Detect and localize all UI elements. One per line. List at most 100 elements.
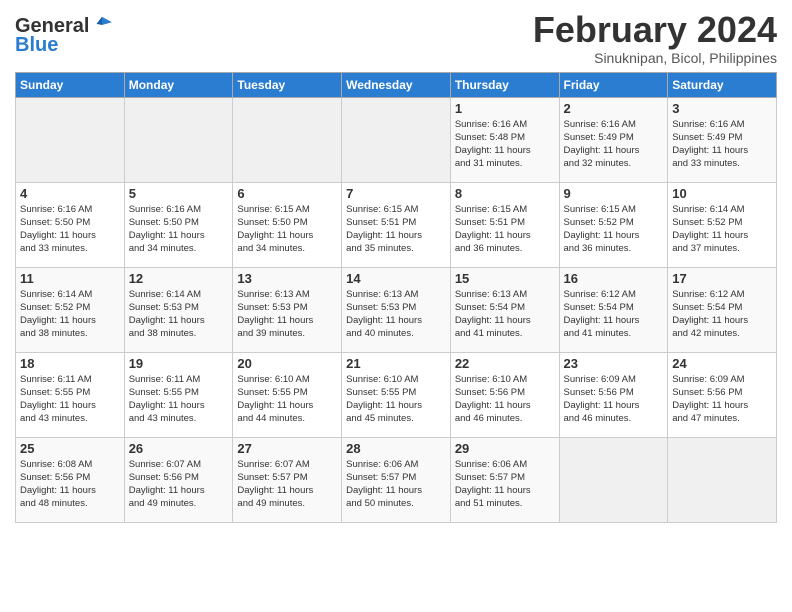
day-number: 6 — [237, 186, 337, 201]
day-number: 5 — [129, 186, 229, 201]
day-number: 28 — [346, 441, 446, 456]
calendar-day-cell: 25Sunrise: 6:08 AM Sunset: 5:56 PM Dayli… — [16, 437, 125, 522]
day-number: 14 — [346, 271, 446, 286]
day-number: 29 — [455, 441, 555, 456]
weekday-header-wednesday: Wednesday — [342, 72, 451, 97]
day-number: 27 — [237, 441, 337, 456]
day-info: Sunrise: 6:16 AM Sunset: 5:50 PM Dayligh… — [20, 203, 120, 256]
calendar-week-row: 11 Sunrise: 6:14 AM Sunset: 5:52 PM Dayli… — [16, 267, 777, 352]
day-info: Sunrise: 6:16 AM Sunset: 5:50 PM Dayligh… — [129, 203, 229, 256]
calendar-day-cell: 9Sunrise: 6:15 AM Sunset: 5:52 PM Daylig… — [559, 182, 668, 267]
calendar-day-cell: 20 Sunrise: 6:10 AM Sunset: 5:55 PM Dayli… — [233, 352, 342, 437]
day-info: Sunrise: 6:07 AM Sunset: 5:57 PM Dayligh… — [237, 458, 337, 511]
day-info: Sunrise: 6:06 AM Sunset: 5:57 PM Dayligh… — [455, 458, 555, 511]
weekday-header-thursday: Thursday — [450, 72, 559, 97]
day-info: Sunrise: 6:14 AM Sunset: 5:52 PM Dayligh… — [672, 203, 772, 256]
day-number: 20 — [237, 356, 337, 371]
calendar-table: SundayMondayTuesdayWednesdayThursdayFrid… — [15, 72, 777, 523]
day-number: 8 — [455, 186, 555, 201]
day-number: 13 — [237, 271, 337, 286]
weekday-header-friday: Friday — [559, 72, 668, 97]
calendar-week-row: 4 Sunrise: 6:16 AM Sunset: 5:50 PM Daylig… — [16, 182, 777, 267]
calendar-week-row: 18 Sunrise: 6:11 AM Sunset: 5:55 PM Dayli… — [16, 352, 777, 437]
day-number: 22 — [455, 356, 555, 371]
day-number: 24 — [672, 356, 772, 371]
logo-blue-text: Blue — [15, 34, 58, 57]
calendar-day-cell: 28 Sunrise: 6:06 AM Sunset: 5:57 PM Dayli… — [342, 437, 451, 522]
day-number: 9 — [564, 186, 664, 201]
calendar-day-cell: 11 Sunrise: 6:14 AM Sunset: 5:52 PM Dayli… — [16, 267, 125, 352]
day-number: 26 — [129, 441, 229, 456]
calendar-day-cell: 3 Sunrise: 6:16 AM Sunset: 5:49 PM Daylig… — [668, 97, 777, 182]
weekday-header-row: SundayMondayTuesdayWednesdayThursdayFrid… — [16, 72, 777, 97]
day-info: Sunrise: 6:16 AM Sunset: 5:48 PM Dayligh… — [455, 118, 555, 171]
day-info: Sunrise: 6:10 AM Sunset: 5:56 PM Dayligh… — [455, 373, 555, 426]
day-number: 11 — [20, 271, 120, 286]
day-info: Sunrise: 6:12 AM Sunset: 5:54 PM Dayligh… — [564, 288, 664, 341]
calendar-week-row: 1 Sunrise: 6:16 AM Sunset: 5:48 PM Daylig… — [16, 97, 777, 182]
calendar-day-cell: 16 Sunrise: 6:12 AM Sunset: 5:54 PM Dayli… — [559, 267, 668, 352]
day-info: Sunrise: 6:06 AM Sunset: 5:57 PM Dayligh… — [346, 458, 446, 511]
logo-bird-icon — [91, 14, 113, 36]
calendar-day-cell — [16, 97, 125, 182]
calendar-day-cell: 14Sunrise: 6:13 AM Sunset: 5:53 PM Dayli… — [342, 267, 451, 352]
day-info: Sunrise: 6:11 AM Sunset: 5:55 PM Dayligh… — [20, 373, 120, 426]
calendar-title: February 2024 — [533, 10, 777, 50]
calendar-day-cell: 4 Sunrise: 6:16 AM Sunset: 5:50 PM Daylig… — [16, 182, 125, 267]
calendar-day-cell: 24Sunrise: 6:09 AM Sunset: 5:56 PM Dayli… — [668, 352, 777, 437]
calendar-day-cell: 29 Sunrise: 6:06 AM Sunset: 5:57 PM Dayli… — [450, 437, 559, 522]
calendar-subtitle: Sinuknipan, Bicol, Philippines — [533, 50, 777, 66]
day-info: Sunrise: 6:15 AM Sunset: 5:50 PM Dayligh… — [237, 203, 337, 256]
weekday-header-saturday: Saturday — [668, 72, 777, 97]
calendar-day-cell: 1 Sunrise: 6:16 AM Sunset: 5:48 PM Daylig… — [450, 97, 559, 182]
day-info: Sunrise: 6:13 AM Sunset: 5:54 PM Dayligh… — [455, 288, 555, 341]
day-info: Sunrise: 6:12 AM Sunset: 5:54 PM Dayligh… — [672, 288, 772, 341]
day-number: 16 — [564, 271, 664, 286]
calendar-day-cell: 7 Sunrise: 6:15 AM Sunset: 5:51 PM Daylig… — [342, 182, 451, 267]
day-info: Sunrise: 6:15 AM Sunset: 5:51 PM Dayligh… — [346, 203, 446, 256]
day-number: 2 — [564, 101, 664, 116]
calendar-day-cell: 18 Sunrise: 6:11 AM Sunset: 5:55 PM Dayli… — [16, 352, 125, 437]
day-info: Sunrise: 6:16 AM Sunset: 5:49 PM Dayligh… — [672, 118, 772, 171]
day-info: Sunrise: 6:07 AM Sunset: 5:56 PM Dayligh… — [129, 458, 229, 511]
day-number: 4 — [20, 186, 120, 201]
title-section: February 2024 Sinuknipan, Bicol, Philipp… — [533, 10, 777, 66]
weekday-header-tuesday: Tuesday — [233, 72, 342, 97]
calendar-day-cell — [124, 97, 233, 182]
day-info: Sunrise: 6:14 AM Sunset: 5:53 PM Dayligh… — [129, 288, 229, 341]
calendar-day-cell: 21Sunrise: 6:10 AM Sunset: 5:55 PM Dayli… — [342, 352, 451, 437]
day-number: 15 — [455, 271, 555, 286]
calendar-day-cell: 12 Sunrise: 6:14 AM Sunset: 5:53 PM Dayli… — [124, 267, 233, 352]
day-info: Sunrise: 6:14 AM Sunset: 5:52 PM Dayligh… — [20, 288, 120, 341]
day-info: Sunrise: 6:16 AM Sunset: 5:49 PM Dayligh… — [564, 118, 664, 171]
calendar-day-cell: 26 Sunrise: 6:07 AM Sunset: 5:56 PM Dayli… — [124, 437, 233, 522]
day-info: Sunrise: 6:09 AM Sunset: 5:56 PM Dayligh… — [564, 373, 664, 426]
day-info: Sunrise: 6:15 AM Sunset: 5:51 PM Dayligh… — [455, 203, 555, 256]
day-number: 18 — [20, 356, 120, 371]
day-info: Sunrise: 6:13 AM Sunset: 5:53 PM Dayligh… — [237, 288, 337, 341]
day-number: 10 — [672, 186, 772, 201]
day-number: 7 — [346, 186, 446, 201]
weekday-header-monday: Monday — [124, 72, 233, 97]
calendar-day-cell — [559, 437, 668, 522]
day-number: 1 — [455, 101, 555, 116]
calendar-day-cell: 13 Sunrise: 6:13 AM Sunset: 5:53 PM Dayli… — [233, 267, 342, 352]
day-number: 23 — [564, 356, 664, 371]
day-number: 25 — [20, 441, 120, 456]
day-number: 21 — [346, 356, 446, 371]
calendar-day-cell: 5 Sunrise: 6:16 AM Sunset: 5:50 PM Daylig… — [124, 182, 233, 267]
day-info: Sunrise: 6:10 AM Sunset: 5:55 PM Dayligh… — [237, 373, 337, 426]
calendar-day-cell: 23 Sunrise: 6:09 AM Sunset: 5:56 PM Dayli… — [559, 352, 668, 437]
calendar-day-cell: 27 Sunrise: 6:07 AM Sunset: 5:57 PM Dayli… — [233, 437, 342, 522]
calendar-day-cell: 10 Sunrise: 6:14 AM Sunset: 5:52 PM Dayli… — [668, 182, 777, 267]
day-number: 12 — [129, 271, 229, 286]
day-number: 3 — [672, 101, 772, 116]
calendar-day-cell: 8 Sunrise: 6:15 AM Sunset: 5:51 PM Daylig… — [450, 182, 559, 267]
weekday-header-sunday: Sunday — [16, 72, 125, 97]
calendar-day-cell — [342, 97, 451, 182]
calendar-week-row: 25Sunrise: 6:08 AM Sunset: 5:56 PM Dayli… — [16, 437, 777, 522]
day-info: Sunrise: 6:11 AM Sunset: 5:55 PM Dayligh… — [129, 373, 229, 426]
calendar-day-cell — [233, 97, 342, 182]
calendar-day-cell: 19Sunrise: 6:11 AM Sunset: 5:55 PM Dayli… — [124, 352, 233, 437]
logo: General Blue — [15, 10, 113, 57]
